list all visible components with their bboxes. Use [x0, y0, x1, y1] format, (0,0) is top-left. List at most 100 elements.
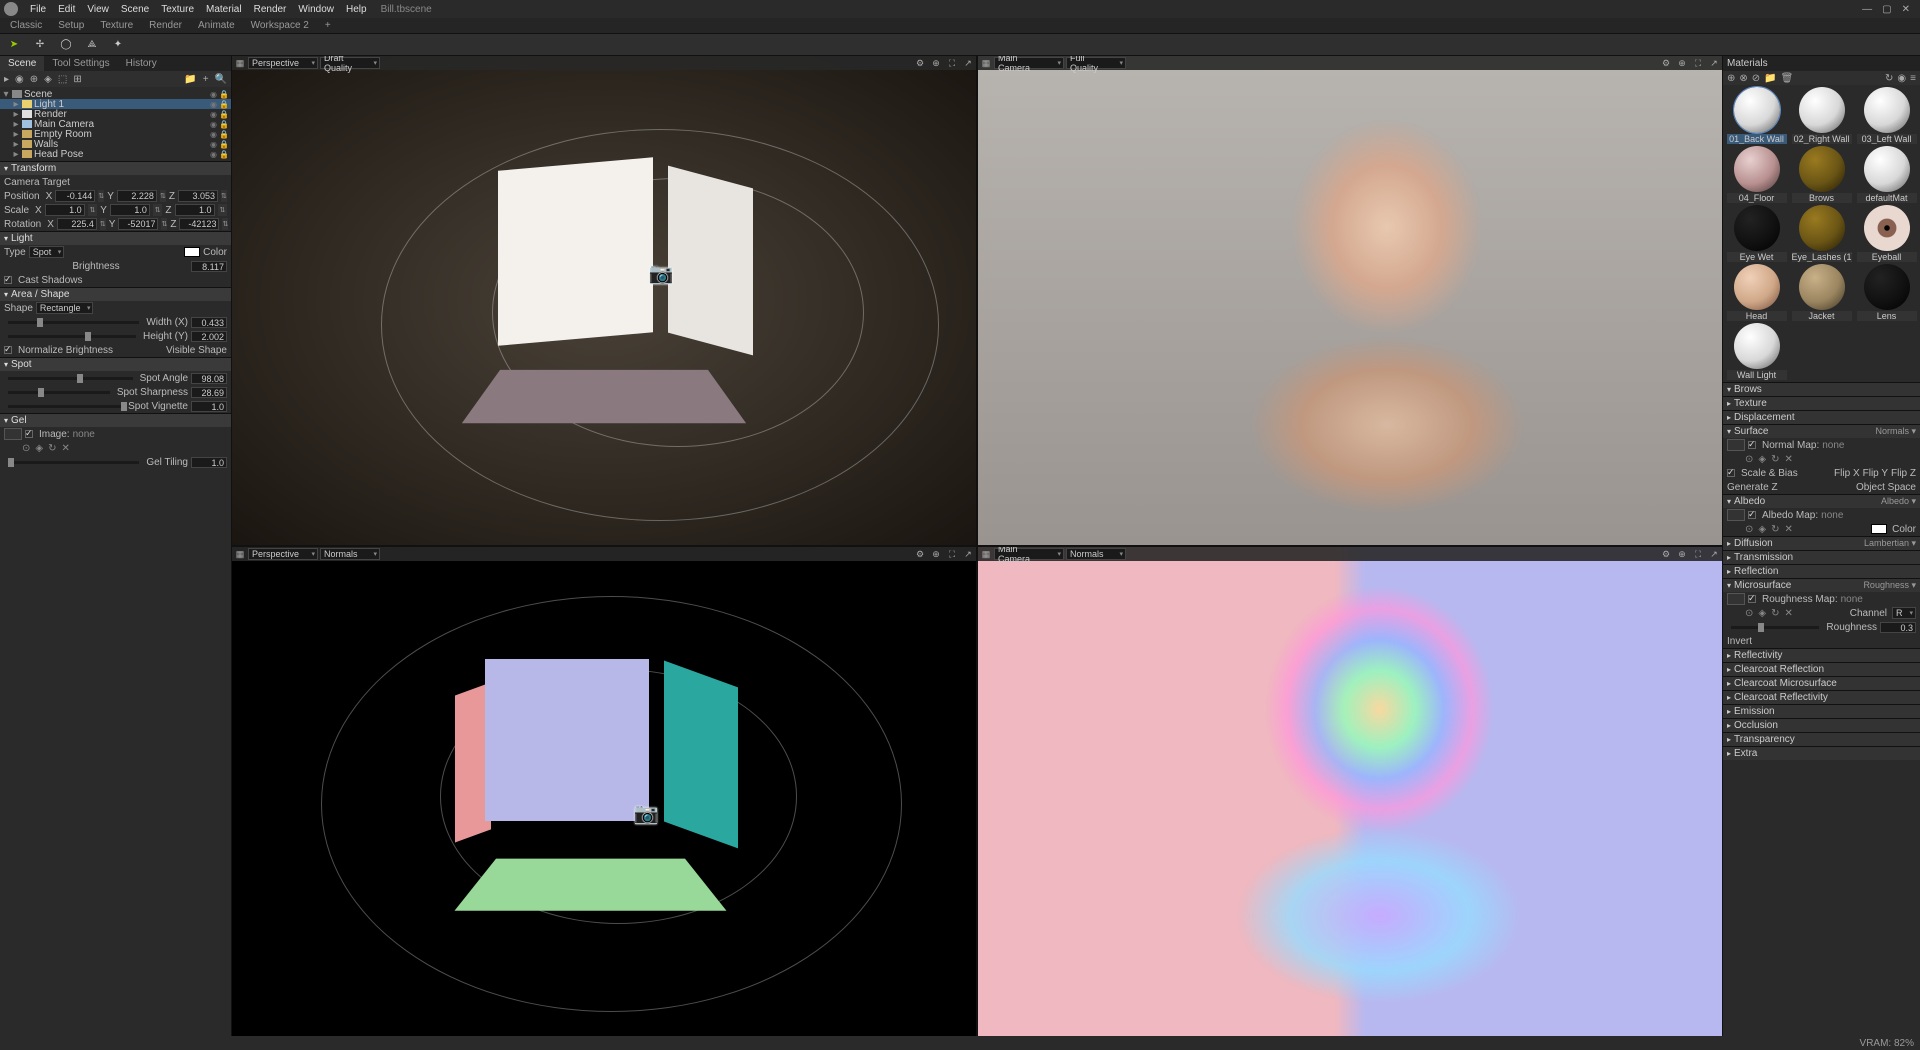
- spot-header[interactable]: Spot: [0, 357, 231, 371]
- vp-toggle-icon[interactable]: ▦: [234, 548, 246, 560]
- workspace-tab[interactable]: Classic: [2, 19, 50, 32]
- menu-window[interactable]: Window: [292, 4, 340, 15]
- roughness-map-slot[interactable]: [1727, 593, 1745, 605]
- extra-section[interactable]: Extra: [1723, 746, 1920, 760]
- occlusion-section[interactable]: Occlusion: [1723, 718, 1920, 732]
- clearcoat-microsurface-section[interactable]: Clearcoat Microsurface: [1723, 676, 1920, 690]
- maximize-icon[interactable]: ▢: [1882, 4, 1891, 15]
- width-value[interactable]: 0.433: [191, 317, 227, 328]
- texture-section[interactable]: Texture: [1723, 396, 1920, 410]
- menu-edit[interactable]: Edit: [52, 4, 81, 15]
- scale-bias-checkbox[interactable]: [1727, 469, 1735, 477]
- spot-vignette-slider[interactable]: [8, 405, 121, 408]
- material-item[interactable]: 02_Right Wall: [1790, 87, 1853, 144]
- close-icon[interactable]: ✕: [1902, 4, 1910, 15]
- material-item[interactable]: 03_Left Wall: [1855, 87, 1918, 144]
- light-header[interactable]: Light: [0, 231, 231, 245]
- reflectivity-section[interactable]: Reflectivity: [1723, 648, 1920, 662]
- material-item[interactable]: Brows: [1790, 146, 1853, 203]
- tool-icon-4[interactable]: ◈: [44, 74, 52, 85]
- workspace-tab[interactable]: Setup: [50, 19, 92, 32]
- gel-tool-1-icon[interactable]: ⊙: [22, 443, 30, 454]
- gel-image-slot[interactable]: [4, 428, 22, 440]
- roughness-slider[interactable]: [1731, 626, 1819, 629]
- gel-image-checkbox[interactable]: [25, 430, 33, 438]
- menu-help[interactable]: Help: [340, 4, 373, 15]
- menu-render[interactable]: Render: [248, 4, 293, 15]
- visibility-icon[interactable]: ◉: [15, 74, 24, 85]
- menu-material[interactable]: Material: [200, 4, 248, 15]
- vp-quality-dropdown[interactable]: Normals: [1066, 548, 1126, 560]
- material-item[interactable]: Head: [1725, 264, 1788, 321]
- height-slider[interactable]: [8, 335, 136, 338]
- vp-camera-dropdown[interactable]: Main Camera: [994, 548, 1064, 560]
- albedo-section[interactable]: AlbedoAlbedo ▾: [1723, 494, 1920, 508]
- tree-item[interactable]: ▸Light 1◉🔒: [0, 99, 231, 109]
- gel-tiling-slider[interactable]: [8, 461, 139, 464]
- left-tab[interactable]: History: [118, 56, 165, 71]
- mat-dup-icon[interactable]: ⊗: [1739, 73, 1747, 84]
- menu-scene[interactable]: Scene: [115, 4, 155, 15]
- gel-tool-3-icon[interactable]: ↻: [48, 443, 56, 454]
- vp-camera-dropdown[interactable]: Perspective: [248, 57, 318, 69]
- tool-icon-6[interactable]: ⊞: [73, 74, 81, 85]
- tree-item[interactable]: ▾Scene◉🔒: [0, 89, 231, 99]
- expand-icon[interactable]: ▸: [4, 74, 9, 85]
- gel-tool-4-icon[interactable]: ✕: [61, 443, 69, 454]
- vp-toggle-icon[interactable]: ▦: [980, 57, 992, 69]
- clearcoat-reflection-section[interactable]: Clearcoat Reflection: [1723, 662, 1920, 676]
- menu-view[interactable]: View: [81, 4, 115, 15]
- fullscreen-icon[interactable]: ⛶: [946, 548, 958, 560]
- popout-icon[interactable]: ↗: [962, 548, 974, 560]
- workspace-tab[interactable]: +: [317, 19, 339, 32]
- gel-tool-2-icon[interactable]: ◈: [35, 443, 43, 454]
- mat-view-icon[interactable]: ◉: [1897, 73, 1906, 84]
- shape-dropdown[interactable]: Rectangle: [36, 302, 94, 314]
- vp-quality-dropdown[interactable]: Normals: [320, 548, 380, 560]
- mat-folder-icon[interactable]: 📁: [1764, 73, 1776, 84]
- universal-tool-icon[interactable]: ✦: [110, 37, 126, 53]
- gear-icon[interactable]: ⚙: [1660, 57, 1672, 69]
- vp-toggle-icon[interactable]: ▦: [980, 548, 992, 560]
- workspace-tab[interactable]: Animate: [190, 19, 243, 32]
- surface-section[interactable]: SurfaceNormals ▾: [1723, 424, 1920, 438]
- pos-z-input[interactable]: [178, 190, 218, 202]
- viewport-bottom-left[interactable]: ▦ Perspective Normals ⚙ ⊕ ⛶ ↗ 📷: [232, 547, 976, 1036]
- tree-item[interactable]: ▸Head Pose◉🔒: [0, 149, 231, 159]
- channel-dropdown[interactable]: R: [1892, 607, 1916, 619]
- reflection-section[interactable]: Reflection: [1723, 564, 1920, 578]
- add-icon[interactable]: +: [203, 74, 209, 85]
- menu-file[interactable]: File: [24, 4, 52, 15]
- normal-map-slot[interactable]: [1727, 439, 1745, 451]
- width-slider[interactable]: [8, 321, 139, 324]
- folder-icon[interactable]: 📁: [184, 74, 196, 85]
- diffusion-section[interactable]: DiffusionLambertian ▾: [1723, 536, 1920, 550]
- rot-y-input[interactable]: [118, 218, 158, 230]
- viewport-bottom-right[interactable]: ▦ Main Camera Normals ⚙ ⊕ ⛶ ↗: [978, 547, 1722, 1036]
- expand-icon[interactable]: ⊕: [1676, 548, 1688, 560]
- scl-z-input[interactable]: [175, 204, 215, 216]
- displacement-section[interactable]: Displacement: [1723, 410, 1920, 424]
- tree-item[interactable]: ▸Render◉🔒: [0, 109, 231, 119]
- map-tool-icon[interactable]: ⊙: [1745, 454, 1753, 465]
- cast-shadows-checkbox[interactable]: [4, 276, 12, 284]
- spot-sharpness-slider[interactable]: [8, 391, 110, 394]
- mat-add-icon[interactable]: ⊕: [1727, 73, 1735, 84]
- pos-y-input[interactable]: [117, 190, 157, 202]
- popout-icon[interactable]: ↗: [1708, 548, 1720, 560]
- roughness-map-checkbox[interactable]: [1748, 595, 1756, 603]
- brightness-value[interactable]: 8.117: [191, 261, 227, 272]
- transparency-section[interactable]: Transparency: [1723, 732, 1920, 746]
- height-value[interactable]: 2.002: [191, 331, 227, 342]
- clearcoat-reflectivity-section[interactable]: Clearcoat Reflectivity: [1723, 690, 1920, 704]
- expand-icon[interactable]: ⊕: [1676, 57, 1688, 69]
- albedo-map-checkbox[interactable]: [1748, 511, 1756, 519]
- vp-quality-dropdown[interactable]: Full Quality: [1066, 57, 1126, 69]
- visible-shape-button[interactable]: Visible Shape: [166, 345, 227, 356]
- scl-x-input[interactable]: [45, 204, 85, 216]
- material-item[interactable]: 04_Floor: [1725, 146, 1788, 203]
- vp-camera-dropdown[interactable]: Main Camera: [994, 57, 1064, 69]
- expand-icon[interactable]: ⊕: [930, 548, 942, 560]
- invert-toggle[interactable]: Invert: [1727, 636, 1752, 647]
- emission-section[interactable]: Emission: [1723, 704, 1920, 718]
